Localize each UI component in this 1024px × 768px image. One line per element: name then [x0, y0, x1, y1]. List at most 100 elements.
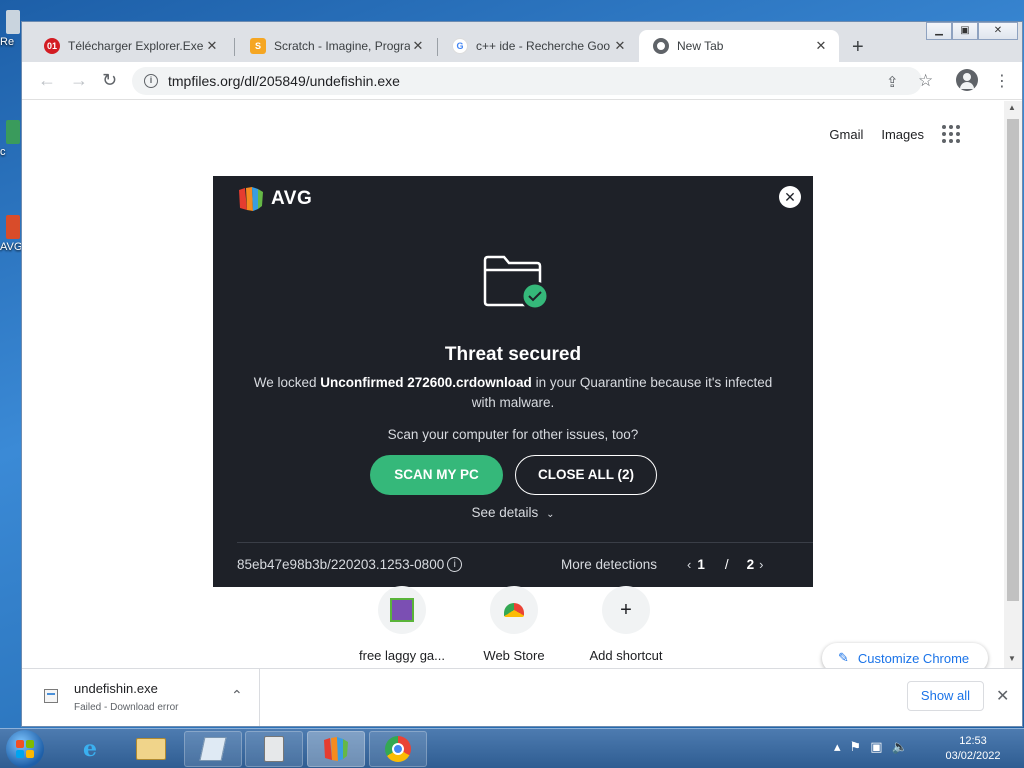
page-total: 2 [746, 557, 755, 572]
close-shelf-icon[interactable]: ✕ [996, 686, 1009, 706]
start-button[interactable] [6, 730, 44, 768]
tab-telecharger[interactable]: 01 Télécharger Explorer.Exe F ✕ [30, 30, 230, 62]
scroll-thumb[interactable] [1007, 119, 1019, 601]
reload-icon[interactable]: ↻ [102, 70, 117, 91]
browser-toolbar: ← → ↻ i ⇪ ☆ ⋮ [22, 62, 1022, 100]
more-detections-label: More detections [561, 557, 658, 572]
scratch-favicon-icon: S [250, 38, 266, 54]
avg-close-button[interactable]: ✕ [779, 186, 801, 208]
see-details-label: See details [471, 505, 539, 520]
taskbar: e ▴ ⚑ ▣ 🔈 12:53 03/02/2022 [0, 728, 1024, 768]
network-icon[interactable]: ▣ [870, 739, 882, 755]
scan-question: Scan your computer for other issues, too… [387, 427, 639, 442]
new-tab-page: Gmail Images AVG ✕ Threat secured We loc… [22, 101, 1002, 668]
chevron-right-icon[interactable]: › [759, 557, 763, 572]
scroll-up-icon[interactable]: ▲ [1008, 103, 1016, 112]
shortcut-add[interactable]: + Add shortcut [576, 586, 676, 663]
close-tab-icon[interactable]: ✕ [410, 38, 426, 54]
close-tab-icon[interactable]: ✕ [612, 38, 628, 54]
app-icon [6, 120, 20, 144]
clock-date: 03/02/2022 [945, 750, 1001, 762]
chrome-favicon-icon [653, 38, 669, 54]
show-all-button[interactable]: Show all [907, 681, 984, 711]
shortcut-web-store[interactable]: Web Store [464, 586, 564, 663]
chrome-icon [385, 736, 411, 762]
detection-id: 85eb47e98b3b/220203.1253-0800 i [237, 557, 463, 572]
tab-title: Scratch - Imagine, Progra [274, 39, 410, 53]
system-tray: ▴ ⚑ ▣ 🔈 [834, 739, 908, 755]
calculator-icon [264, 736, 284, 762]
desktop-icon-2[interactable]: c [0, 120, 22, 158]
bookmark-star-icon[interactable]: ☆ [918, 71, 933, 91]
page-scrollbar[interactable]: ▲ ▼ [1004, 101, 1022, 668]
action-center-flag-icon[interactable]: ⚑ [850, 739, 862, 755]
tab-strip: 01 Télécharger Explorer.Exe F ✕ S Scratc… [22, 22, 1022, 62]
game-thumbnail-icon [378, 586, 426, 634]
avg-logo-icon [239, 187, 263, 211]
threat-description: We locked Unconfirmed 272600.crdownload … [245, 373, 781, 413]
taskbar-chrome[interactable] [369, 731, 427, 767]
scroll-down-icon[interactable]: ▼ [1008, 654, 1016, 663]
info-icon[interactable]: i [447, 557, 463, 572]
show-hidden-icons-icon[interactable]: ▴ [834, 739, 841, 755]
tab-title: Télécharger Explorer.Exe F [68, 39, 204, 53]
avg-icon [6, 215, 20, 239]
taskbar-calculator[interactable] [245, 731, 303, 767]
site-info-icon[interactable]: i [144, 74, 158, 88]
close-window-button[interactable]: ✕ [978, 22, 1018, 40]
customize-chrome-button[interactable]: ✎ Customize Chrome [822, 643, 988, 668]
google-apps-icon[interactable] [942, 125, 960, 143]
pencil-icon: ✎ [838, 650, 849, 665]
shortcut-label: Web Store [483, 648, 545, 663]
divider [237, 542, 813, 543]
forward-arrow-icon[interactable]: → [70, 70, 88, 91]
see-details-link[interactable]: See details ⌄ [213, 505, 813, 520]
menu-kebab-icon[interactable]: ⋮ [994, 71, 1010, 91]
download-shelf: undefishin.exe Failed - Download error ⌃… [22, 668, 1022, 726]
volume-icon[interactable]: 🔈 [891, 739, 907, 755]
top-links: Gmail Images [829, 125, 960, 143]
new-tab-button[interactable]: + [852, 36, 864, 59]
tab-new-tab[interactable]: New Tab ✕ [639, 30, 839, 62]
share-icon[interactable]: ⇪ [886, 73, 899, 91]
avg-taskbar-icon [324, 737, 348, 761]
quarantined-file: Unconfirmed 272600.crdownload [320, 375, 532, 390]
address-bar[interactable]: i [132, 67, 922, 95]
chevron-left-icon[interactable]: ‹ [687, 557, 691, 572]
close-tab-icon[interactable]: ✕ [204, 38, 220, 54]
close-all-button[interactable]: CLOSE ALL (2) [515, 455, 657, 495]
site-favicon-icon: 01 [44, 38, 60, 54]
clock[interactable]: 12:53 03/02/2022 [938, 734, 1008, 764]
page-separator: / [724, 557, 729, 572]
desktop-icon-label: Re [0, 36, 15, 48]
back-arrow-icon[interactable]: ← [38, 70, 56, 91]
tab-google-search[interactable]: G c++ ide - Recherche Goo ✕ [438, 30, 638, 62]
gmail-link[interactable]: Gmail [829, 127, 863, 142]
clock-time: 12:53 [959, 735, 987, 747]
shortcut-free-laggy-game[interactable]: free laggy ga... [352, 586, 452, 663]
page-current: 1 [697, 557, 705, 572]
url-input[interactable] [168, 73, 768, 89]
google-favicon-icon: G [452, 38, 468, 54]
detection-pager: ‹ 1 / 2 › [687, 557, 763, 572]
maximize-button[interactable]: ▣ [952, 22, 978, 40]
avg-brand-text: AVG [271, 188, 313, 209]
folder-secured-icon [483, 255, 550, 311]
profile-avatar-icon[interactable] [956, 69, 978, 91]
taskbar-avg[interactable] [307, 731, 365, 767]
browser-window: 01 Télécharger Explorer.Exe F ✕ S Scratc… [21, 21, 1023, 727]
chevron-up-icon[interactable]: ⌃ [231, 687, 243, 704]
download-item[interactable]: undefishin.exe Failed - Download error ⌃ [22, 669, 260, 726]
tab-scratch[interactable]: S Scratch - Imagine, Progra ✕ [236, 30, 436, 62]
taskbar-explorer[interactable] [122, 731, 180, 767]
minimize-button[interactable]: ▁ [926, 22, 952, 40]
notepad-icon [199, 737, 227, 761]
taskbar-notepad[interactable] [184, 731, 242, 767]
tab-title: c++ ide - Recherche Goo [476, 39, 611, 53]
taskbar-internet-explorer[interactable]: e [61, 731, 119, 767]
scan-my-pc-button[interactable]: SCAN MY PC [370, 455, 503, 495]
close-tab-icon[interactable]: ✕ [813, 38, 829, 54]
desktop-icon-recycle-bin[interactable]: Re [0, 10, 22, 48]
desktop-icon-avg[interactable]: AVG [0, 215, 22, 253]
images-link[interactable]: Images [881, 127, 924, 142]
